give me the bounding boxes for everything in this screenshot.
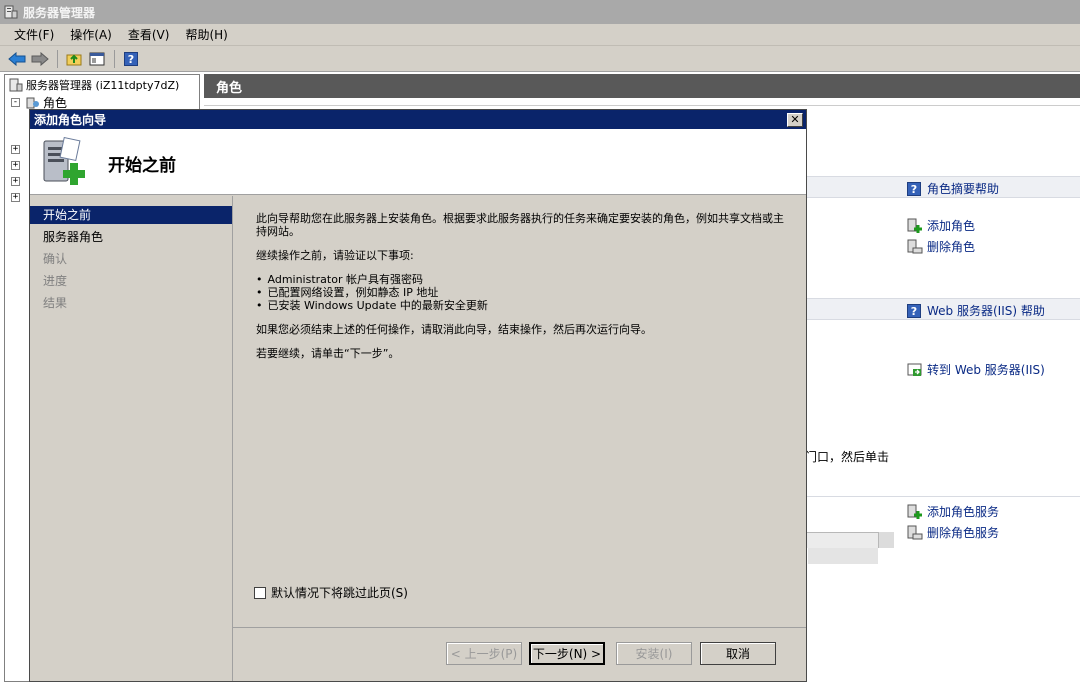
- step-confirmation: 确认: [43, 252, 68, 266]
- partial-instruction-label: 门口，然后单击: [805, 450, 890, 464]
- grid-scrollbar[interactable]: [878, 532, 894, 548]
- toolbar-separator: [114, 49, 115, 68]
- install-button[interactable]: 安装(I): [616, 642, 692, 665]
- add-role-label: 添加角色: [927, 219, 976, 233]
- expand-icon[interactable]: +: [11, 193, 20, 202]
- expand-icon[interactable]: +: [11, 177, 20, 186]
- forward-arrow-icon: [31, 51, 49, 66]
- tree-node-collapsed[interactable]: +: [11, 177, 20, 186]
- add-role-link[interactable]: 添加角色: [907, 217, 975, 234]
- server-wizard-icon: [43, 137, 85, 185]
- skip-page-label: 默认情况下将跳过此页(S): [271, 586, 408, 600]
- help-icon: ?: [124, 51, 138, 66]
- folder-up-icon: [66, 54, 82, 65]
- window-titlebar: 服务器管理器: [0, 0, 1080, 24]
- verify-item: Administrator 帐户具有强密码: [256, 273, 786, 286]
- verify-list: Administrator 帐户具有强密码 已配置网络设置，例如静态 IP 地址…: [256, 273, 786, 312]
- footer-divider: [233, 627, 806, 628]
- banner-title: 开始之前: [108, 156, 176, 176]
- wizard-body: 此向导帮助您在此服务器上安装角色。根据要求此服务器执行的任务来确定要安装的角色，…: [256, 212, 786, 371]
- menu-file[interactable]: 文件(F): [6, 26, 62, 43]
- step-server-roles[interactable]: 服务器角色: [30, 228, 232, 246]
- skip-page-checkbox-row[interactable]: 默认情况下将跳过此页(S): [254, 584, 408, 601]
- cancel-instruction: 如果您必须结束上述的任何操作，请取消此向导，结束操作，然后再次运行向导。: [256, 323, 652, 336]
- step-progress: 进度: [43, 274, 68, 288]
- remove-role-label: 删除角色: [927, 240, 976, 254]
- remove-role-service-label: 删除角色服务: [927, 526, 1000, 540]
- step-before-you-begin[interactable]: 开始之前: [30, 206, 232, 224]
- add-role-service-icon: [907, 504, 922, 519]
- continue-instruction: 若要继续，请单击“下一步”。: [256, 347, 400, 360]
- help-icon: ?: [907, 181, 921, 196]
- cancel-button[interactable]: 取消: [700, 642, 776, 665]
- intro-paragraph: 此向导帮助您在此服务器上安装角色。根据要求此服务器执行的任务来确定要安装的角色，…: [256, 212, 784, 238]
- server-manager-icon: [9, 78, 23, 92]
- add-role-service-label: 添加角色服务: [927, 505, 1000, 519]
- verify-item: 已配置网络设置，例如静态 IP 地址: [256, 286, 786, 299]
- menu-help[interactable]: 帮助(H): [177, 26, 235, 43]
- remove-role-service-link[interactable]: 删除角色服务: [907, 524, 999, 541]
- console-view-icon: [89, 52, 105, 65]
- expand-icon[interactable]: +: [11, 145, 20, 154]
- tree-node-collapsed[interactable]: +: [11, 193, 20, 202]
- back-button[interactable]: [6, 49, 28, 69]
- goto-icon: [907, 363, 922, 376]
- content-subheader: [204, 98, 1080, 106]
- web-server-help-label: Web 服务器(IIS) 帮助: [927, 304, 1045, 318]
- verify-item: 已安装 Windows Update 中的最新安全更新: [256, 299, 786, 312]
- roles-icon: [26, 97, 39, 108]
- collapse-icon[interactable]: -: [11, 98, 20, 107]
- content-header: 角色: [204, 74, 1080, 98]
- expand-icon[interactable]: +: [11, 161, 20, 170]
- tree-node-collapsed[interactable]: +: [11, 145, 20, 154]
- up-one-level-button[interactable]: [63, 49, 85, 69]
- toolbar-separator: [57, 49, 58, 68]
- partial-instruction-text: 门口，然后单击: [805, 448, 889, 465]
- show-hide-console-button[interactable]: [86, 49, 108, 69]
- dialog-titlebar: 添加角色向导 ✕: [30, 110, 806, 129]
- roles-summary-help-label: 角色摘要帮助: [927, 182, 1000, 196]
- tree-root-label: 服务器管理器 (iZ11tdpty7dZ): [26, 79, 180, 92]
- back-arrow-icon: [8, 51, 26, 66]
- web-server-help-link[interactable]: ? Web 服务器(IIS) 帮助: [907, 302, 1045, 319]
- menu-bar: 文件(F) 操作(A) 查看(V) 帮助(H): [0, 24, 1080, 46]
- close-icon[interactable]: ✕: [787, 112, 803, 127]
- dialog-title: 添加角色向导: [34, 113, 107, 127]
- skip-page-checkbox[interactable]: [254, 586, 266, 599]
- grid-row: [808, 548, 878, 564]
- remove-role-icon: [907, 239, 923, 253]
- forward-button[interactable]: [29, 49, 51, 69]
- add-role-icon: [907, 218, 922, 233]
- menu-action[interactable]: 操作(A): [62, 26, 120, 43]
- help-icon: ?: [907, 303, 921, 318]
- previous-button[interactable]: < 上一步(P): [446, 642, 522, 665]
- roles-summary-help-link[interactable]: ? 角色摘要帮助: [907, 180, 999, 197]
- remove-role-service-icon: [907, 525, 923, 539]
- goto-web-server-label: 转到 Web 服务器(IIS): [927, 363, 1045, 377]
- verify-heading: 继续操作之前，请验证以下事项:: [256, 249, 414, 262]
- help-button[interactable]: ?: [120, 49, 142, 69]
- next-button[interactable]: 下一步(N) >: [529, 642, 605, 665]
- tree-node-collapsed[interactable]: +: [11, 161, 20, 170]
- goto-web-server-link[interactable]: 转到 Web 服务器(IIS): [907, 361, 1045, 378]
- window-title: 服务器管理器: [23, 5, 96, 20]
- wizard-banner: 开始之前: [30, 129, 806, 195]
- server-manager-icon: [4, 5, 18, 19]
- add-roles-wizard-dialog: 添加角色向导 ✕ 开始之前 开始之前 服务器角色 确认 进度 结果 此向导帮助您…: [29, 109, 807, 682]
- remove-role-link[interactable]: 删除角色: [907, 238, 975, 255]
- step-results: 结果: [43, 296, 68, 310]
- menu-view[interactable]: 查看(V): [120, 26, 178, 43]
- add-role-service-link[interactable]: 添加角色服务: [907, 503, 999, 520]
- wizard-steps-nav: 开始之前 服务器角色 确认 进度 结果: [30, 196, 233, 681]
- tree-root-server-manager[interactable]: 服务器管理器 (iZ11tdpty7dZ): [9, 77, 179, 93]
- toolbar: ?: [0, 46, 1080, 72]
